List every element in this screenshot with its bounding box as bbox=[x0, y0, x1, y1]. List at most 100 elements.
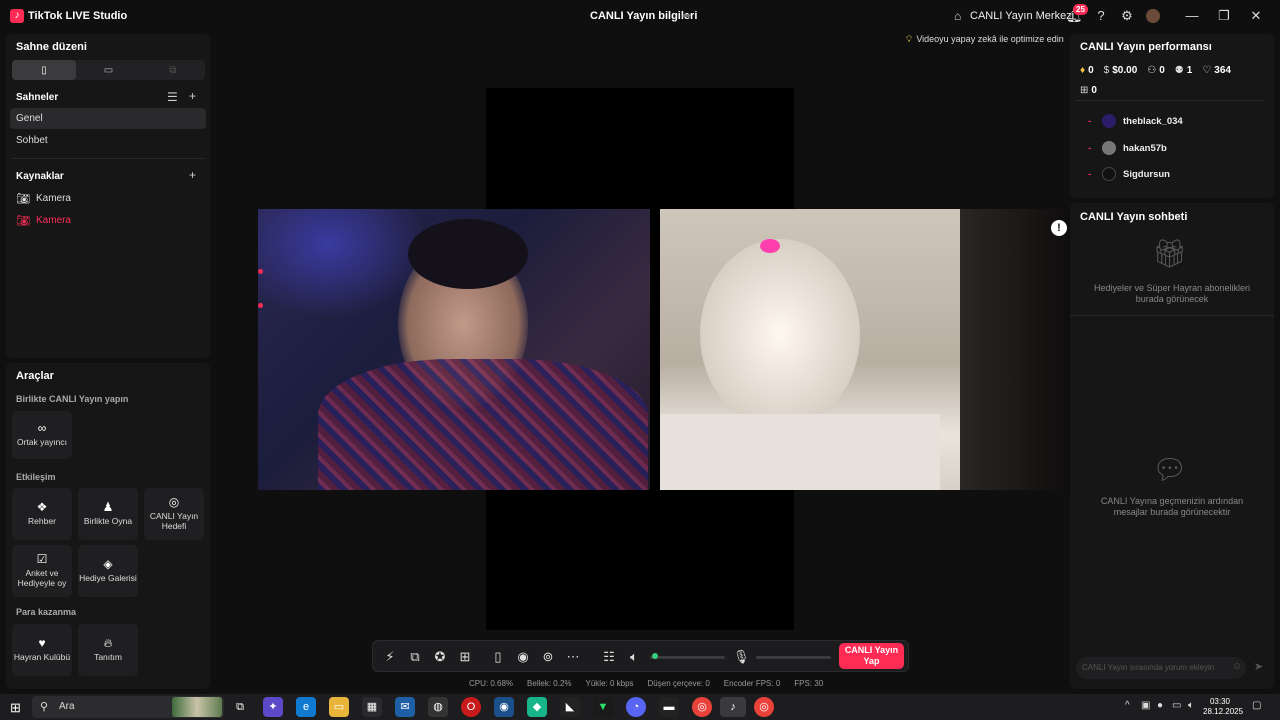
coin-icon: $ bbox=[1103, 65, 1110, 76]
source-label: Kamera bbox=[35, 193, 71, 204]
volume-icon[interactable]: 🔈︎ bbox=[1188, 700, 1194, 711]
add-source-icon[interactable]: + bbox=[189, 168, 196, 182]
scene-item-sohbet[interactable]: Sohbet bbox=[10, 130, 206, 151]
scene-item-genel[interactable]: Genel bbox=[10, 108, 206, 129]
effects-icon[interactable]: ✪ bbox=[432, 649, 448, 665]
fan-club-button[interactable]: ♥ Hayran Kulübü bbox=[12, 624, 72, 676]
windows-start-icon[interactable]: ⊞ bbox=[10, 700, 21, 716]
tray-app-icon[interactable]: ▣ bbox=[1141, 700, 1150, 711]
viewer-name: theblack_034 bbox=[1123, 115, 1183, 127]
camera-icon: 📷︎ bbox=[16, 193, 30, 205]
share-icon[interactable]: ➦ bbox=[682, 9, 691, 22]
minimize-icon[interactable]: — bbox=[1182, 8, 1202, 23]
help-icon[interactable]: ? bbox=[1093, 8, 1109, 23]
cohost-button[interactable]: ∞ Ortak yayıncı bbox=[12, 411, 72, 459]
send-icon[interactable]: ➤ bbox=[1254, 660, 1263, 673]
engagement-section-label: Etkileşim bbox=[16, 472, 56, 482]
guide-button[interactable]: ❖ Rehber bbox=[12, 488, 72, 540]
camera-feed-right[interactable] bbox=[660, 209, 1076, 490]
broadcast-icon[interactable]: ⊚ bbox=[540, 649, 556, 665]
ai-optimize-link[interactable]: 💡︎ Videoyu yapay zekâ ile optimize edin bbox=[906, 34, 1064, 45]
emoji-icon[interactable]: ☺ bbox=[1232, 661, 1242, 672]
gear-icon[interactable]: ⚙ bbox=[1119, 8, 1135, 24]
steam-icon[interactable]: ◉ bbox=[494, 697, 514, 717]
task-view-icon[interactable]: ⧉ bbox=[230, 697, 250, 717]
store-icon[interactable]: ▦ bbox=[362, 697, 382, 717]
chat-input[interactable]: CANLI Yayın sırasında yorum ekleyin bbox=[1076, 657, 1246, 679]
taskbar-search[interactable]: ⚲ Ara bbox=[32, 696, 224, 718]
app-icon[interactable]: ◆ bbox=[527, 697, 547, 717]
fps-stat: FPS: 30 bbox=[794, 679, 824, 688]
clock-time: 03:30 bbox=[1209, 697, 1231, 706]
opera-icon[interactable]: O bbox=[461, 697, 481, 717]
more-icon[interactable]: ⋯ bbox=[565, 649, 581, 665]
top-viewer-item[interactable]: - hakan57b bbox=[1088, 141, 1167, 155]
landscape-layout-button[interactable]: ▭ bbox=[76, 60, 140, 80]
go-live-button[interactable]: CANLI Yayın Yap bbox=[839, 643, 904, 669]
list-icon[interactable]: ☰ bbox=[167, 90, 178, 104]
copilot-icon[interactable]: ✦ bbox=[263, 697, 283, 717]
followers-value: 1 bbox=[1186, 65, 1193, 76]
mixer-icon[interactable]: ☷ bbox=[601, 649, 617, 665]
restore-icon[interactable]: ❐ bbox=[1214, 8, 1234, 24]
app-icon[interactable]: ◍ bbox=[428, 697, 448, 717]
magic-wand-icon[interactable]: ⚡︎ bbox=[382, 649, 398, 665]
tool-label: Birlikte Oyna bbox=[83, 516, 133, 526]
mail-icon[interactable]: ✉ bbox=[395, 697, 415, 717]
likes-stat: ♡ 364 bbox=[1202, 65, 1231, 76]
source-item-camera[interactable]: 📷︎ Kamera bbox=[16, 192, 71, 205]
avatar[interactable] bbox=[1146, 9, 1160, 23]
volume-knob[interactable] bbox=[651, 653, 658, 659]
discord-icon[interactable]: ◔ bbox=[626, 697, 646, 717]
viewer-name: Sigdursun bbox=[1123, 168, 1170, 180]
play-together-button[interactable]: ♟ Birlikte Oyna bbox=[78, 488, 138, 540]
file-explorer-icon[interactable]: ▭ bbox=[329, 697, 349, 717]
chrome-icon[interactable]: ◎ bbox=[692, 697, 712, 717]
mic-slider[interactable] bbox=[756, 656, 831, 659]
camera-feed-left[interactable] bbox=[258, 209, 650, 490]
app-icon[interactable]: ◣ bbox=[560, 697, 580, 717]
live-center-link[interactable]: CANLI Yayın Merkezi bbox=[970, 10, 1074, 22]
tiktok-live-studio-taskbar-icon[interactable]: ♪ bbox=[720, 697, 746, 717]
home-icon[interactable]: ⌂ bbox=[954, 9, 961, 23]
screen-capture-icon[interactable]: ⧉ bbox=[407, 649, 423, 665]
heart-icon: ♥ bbox=[38, 636, 46, 650]
nvidia-icon[interactable]: ▼ bbox=[593, 697, 613, 717]
app-icon[interactable]: ▬ bbox=[659, 697, 679, 717]
add-media-icon[interactable]: ⊞ bbox=[457, 649, 473, 665]
notification-center-icon[interactable]: ▢ bbox=[1252, 700, 1261, 711]
dual-layout-button[interactable]: ⧉ bbox=[141, 60, 205, 80]
warning-icon[interactable]: ! bbox=[1051, 220, 1067, 236]
add-scene-icon[interactable]: + bbox=[189, 89, 196, 103]
microphone-tray-icon[interactable]: ● bbox=[1157, 700, 1163, 711]
source-item-camera-2[interactable]: 📷︎ Kamera bbox=[16, 214, 71, 227]
speaker-icon[interactable]: 🔈︎ bbox=[626, 649, 642, 665]
resize-handle[interactable] bbox=[258, 269, 263, 274]
poll-button[interactable]: ☑ Anket ve Hediyeyle oy bbox=[12, 545, 72, 597]
gift-gallery-button[interactable]: ◈ Hediye Galerisi bbox=[78, 545, 138, 597]
close-icon[interactable]: ✕ bbox=[1246, 8, 1266, 24]
live-goal-button[interactable]: ◎ CANLI Yayın Hedefi bbox=[144, 488, 204, 540]
edge-icon[interactable]: e bbox=[296, 697, 316, 717]
volume-slider[interactable] bbox=[650, 656, 725, 659]
resize-handle[interactable] bbox=[258, 303, 263, 308]
camera-icon: 📷︎ bbox=[16, 215, 30, 227]
portrait-layout-button[interactable]: ▯ bbox=[12, 60, 77, 80]
record-icon[interactable]: ◉ bbox=[515, 649, 531, 665]
phone-icon[interactable]: ▯ bbox=[490, 649, 506, 665]
top-viewer-item[interactable]: - Sigdursun bbox=[1088, 167, 1170, 181]
promote-button[interactable]: 🔥︎ Tanıtım bbox=[78, 624, 138, 676]
top-viewer-item[interactable]: - theblack_034 bbox=[1088, 114, 1183, 128]
person-silhouette bbox=[960, 209, 1076, 490]
chevron-up-icon[interactable]: ^ bbox=[1125, 700, 1130, 711]
diamonds-value: 0 bbox=[1088, 65, 1094, 76]
performance-title: CANLI Yayın performansı bbox=[1080, 41, 1212, 53]
windows-taskbar: ⊞ ⚲ Ara ⧉ ✦ e ▭ ▦ ✉ ◍ O ◉ ◆ ◣ ▼ ◔ ▬ ◎ ♪ … bbox=[0, 694, 1280, 720]
avatar bbox=[1102, 167, 1116, 181]
network-icon[interactable]: ▭ bbox=[1172, 700, 1181, 711]
chrome-icon[interactable]: ◎ bbox=[754, 697, 774, 717]
taskbar-clock[interactable]: 03:30 28.12.2025 bbox=[1203, 697, 1243, 717]
target-icon: ◎ bbox=[168, 495, 180, 509]
microphone-icon[interactable]: 🎙︎ bbox=[733, 649, 750, 665]
tool-label: Anket ve Hediyeyle oy bbox=[17, 568, 67, 588]
